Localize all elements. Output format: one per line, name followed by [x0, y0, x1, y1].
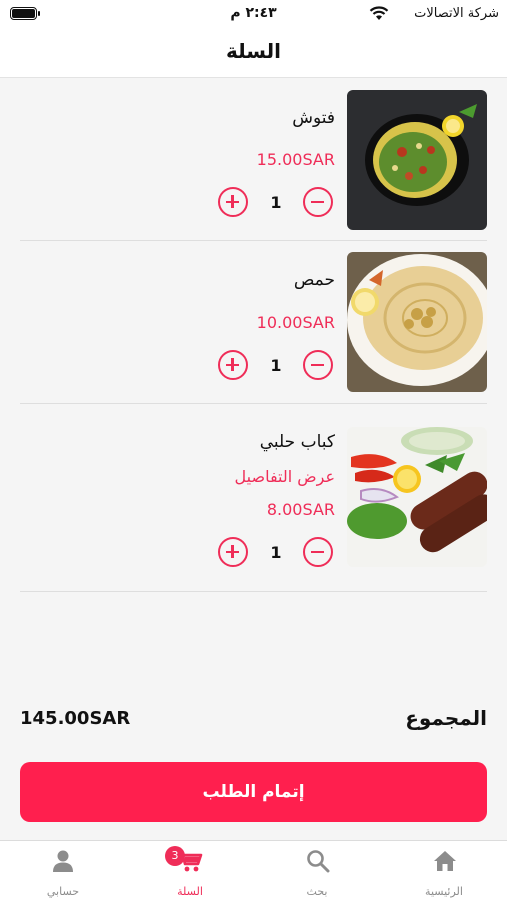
home-icon	[434, 851, 456, 871]
cart-item: فتوش 15.00SAR 1	[20, 90, 487, 241]
quantity-value: 1	[270, 356, 282, 375]
item-price: 15.00SAR	[256, 150, 335, 169]
increase-quantity-button[interactable]	[218, 350, 248, 380]
total-label: المجموع	[405, 706, 487, 730]
increase-quantity-button[interactable]	[218, 537, 248, 567]
decrease-quantity-button[interactable]	[303, 537, 333, 567]
decrease-quantity-button[interactable]	[303, 350, 333, 380]
tab-label: بحث	[306, 885, 328, 898]
item-name: حمص	[293, 270, 335, 290]
person-icon	[53, 850, 73, 872]
tab-label: حسابي	[46, 885, 80, 898]
increase-quantity-button[interactable]	[218, 187, 248, 217]
wifi-icon	[369, 6, 389, 20]
status-bar: ٢:٤٣ م شركة الاتصالات	[0, 0, 507, 28]
cart-screen: ٢:٤٣ م شركة الاتصالات السلة فتوش 15.00SA…	[0, 0, 507, 900]
tab-label: الرئيسية	[425, 885, 463, 898]
item-name: فتوش	[292, 108, 335, 128]
bottom-tab-bar: حسابي 3 السلة بحث الرئيسية	[0, 840, 507, 900]
tab-label: السلة	[177, 885, 203, 898]
tab-cart[interactable]: 3 السلة	[127, 841, 253, 900]
view-details-link[interactable]: عرض التفاصيل	[235, 467, 335, 486]
cart-badge: 3	[165, 846, 185, 866]
item-price: 10.00SAR	[256, 313, 335, 332]
search-icon	[307, 850, 330, 873]
item-price: 8.00SAR	[266, 500, 335, 519]
checkout-button[interactable]: إتمام الطلب	[20, 762, 487, 822]
tab-home[interactable]: الرئيسية	[381, 841, 507, 900]
page-title: السلة	[225, 39, 281, 63]
tab-search[interactable]: بحث	[254, 841, 380, 900]
fattoush-image	[347, 90, 487, 230]
decrease-quantity-button[interactable]	[303, 187, 333, 217]
cart-item: حمص 10.00SAR 1	[20, 252, 487, 404]
carrier-name: شركة الاتصالات	[414, 6, 499, 21]
item-name: كباب حلبي	[259, 432, 335, 452]
total-value: 145.00SAR	[20, 708, 131, 729]
quantity-value: 1	[270, 543, 282, 562]
kebab-image	[347, 427, 487, 567]
tab-profile[interactable]: حسابي	[0, 841, 126, 900]
header: السلة	[0, 28, 507, 78]
quantity-value: 1	[270, 193, 282, 212]
cart-item: كباب حلبي عرض التفاصيل 8.00SAR 1	[20, 427, 487, 592]
hummus-image	[347, 252, 487, 392]
